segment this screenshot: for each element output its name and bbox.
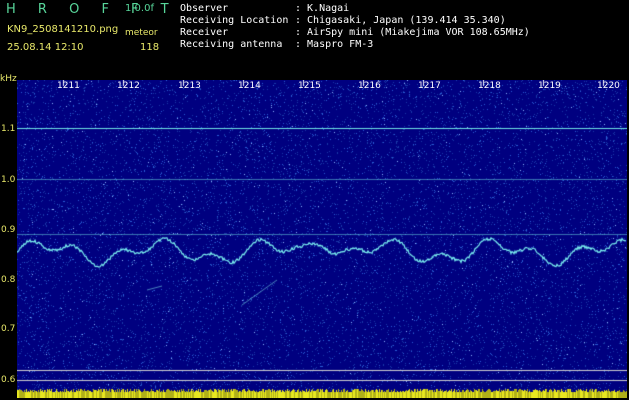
y-tick-label: 0.7 [1,324,16,334]
x-tick-label: 1219 [538,81,561,91]
info-row-antenna: Receiving antenna: Maspro FM-3 [180,39,374,50]
info-row-observer: Observer: K.Nagai [180,3,350,14]
x-tick-label: 1217 [418,81,441,91]
file-name: KN9_2508141210.png [7,24,119,35]
x-tick-label: 1216 [358,81,381,91]
y-tick-label: 0.8 [1,275,16,285]
y-tick-label: 1.0 [1,175,16,185]
y-axis-unit: kHz [0,74,17,84]
x-tick-label: 1214 [238,81,261,91]
mode-label: meteor [125,28,158,38]
y-tick-label: 0.6 [1,375,16,385]
station-info: Observer: K.Nagai Receiving Location: Ch… [180,3,530,51]
info-row-receiver: Receiver: AirSpy mini (Miakejima VOR 108… [180,27,530,38]
version-label: 1.0.0f [125,3,154,14]
spectrogram-canvas [17,80,627,398]
y-tick-label: 1.1 [1,124,16,134]
x-tick-label: 1215 [298,81,321,91]
x-tick-label: 1218 [478,81,501,91]
count-value: 118 [140,42,160,53]
x-tick-label: 1220 [597,81,620,91]
x-tick-label: 1211 [57,81,80,91]
timestamp: 25.08.14 12:10 [7,42,84,53]
x-tick-label: 1213 [178,81,201,91]
x-tick-label: 1212 [117,81,140,91]
header-panel: H R O F F T 1.0.0f KN9_2508141210.png me… [0,0,629,72]
info-row-location: Receiving Location: Chigasaki, Japan (13… [180,15,506,26]
spectrogram-plot [17,80,627,398]
y-tick-label: 0.9 [1,225,16,235]
